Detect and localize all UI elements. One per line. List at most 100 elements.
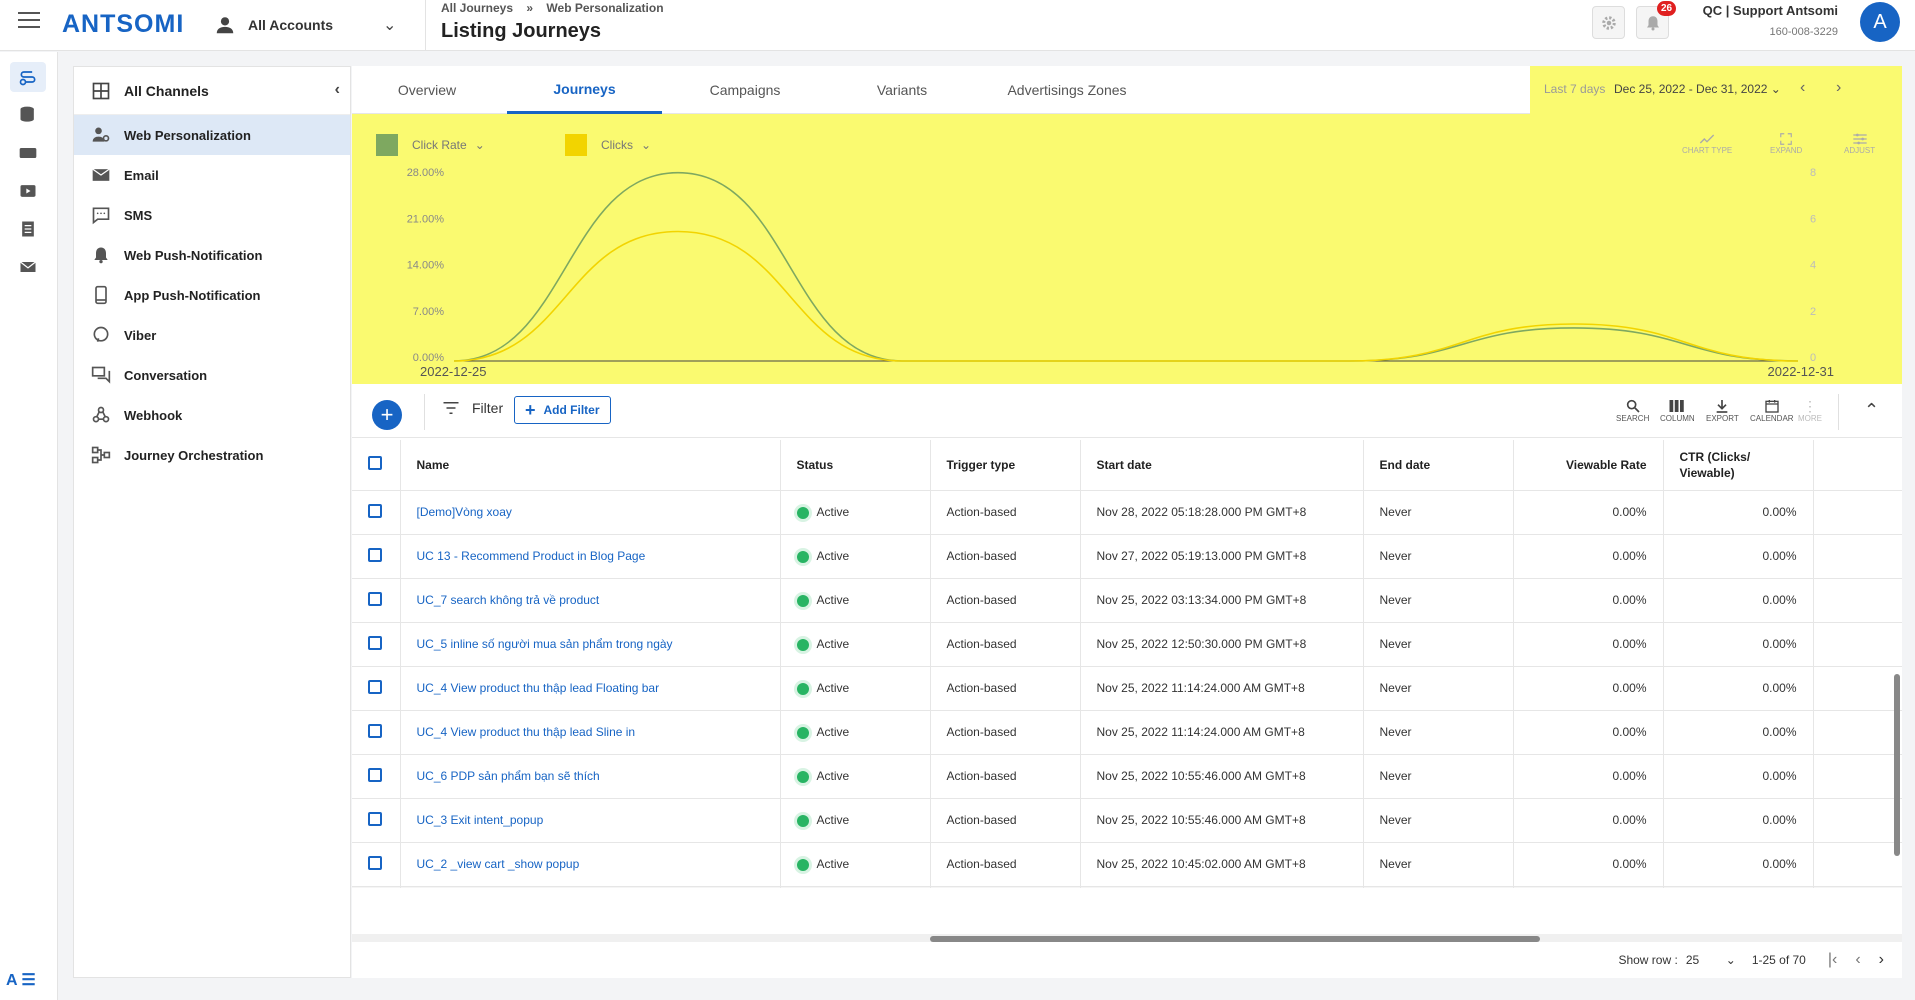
account-selector[interactable]: All Accounts ⌄ bbox=[214, 12, 396, 38]
next-page-icon[interactable]: › bbox=[1879, 951, 1884, 969]
filter-button[interactable]: Filter bbox=[442, 400, 503, 416]
channel-webhook[interactable]: Webhook bbox=[74, 395, 350, 435]
table-row[interactable]: UC_5 inline số người mua sản phẩm trong … bbox=[352, 622, 1902, 667]
status-text: Active bbox=[816, 857, 850, 871]
y-right-tick-label: 8 bbox=[1810, 167, 1816, 179]
tab-campaigns[interactable]: Campaigns bbox=[670, 66, 820, 114]
column-button[interactable]: COLUMN bbox=[1660, 398, 1695, 423]
settings-button[interactable] bbox=[1592, 6, 1625, 39]
row-end-date-cell: Never bbox=[1363, 534, 1514, 579]
rail-mail-icon[interactable] bbox=[10, 252, 46, 282]
table-row[interactable]: UC_2 _view cart _show popup Active Action-… bbox=[352, 842, 1902, 887]
rail-media-icon[interactable] bbox=[10, 176, 46, 206]
add-journey-button[interactable]: + bbox=[372, 400, 402, 430]
channel-web-push[interactable]: Web Push-Notification bbox=[74, 235, 350, 275]
tab-variants[interactable]: Variants bbox=[827, 66, 977, 114]
row-viewable-rate-cell: 0.00% bbox=[1513, 666, 1664, 711]
journey-name-link[interactable]: UC_6 PDP sản phẩm bạn sẽ thích bbox=[417, 769, 600, 783]
all-channels-header[interactable]: All Channels ‹ bbox=[74, 67, 350, 115]
col-name[interactable]: Name bbox=[400, 440, 781, 491]
status-text: Active bbox=[816, 769, 850, 783]
channel-journey-orchestration[interactable]: Journey Orchestration bbox=[74, 435, 350, 475]
row-checkbox[interactable] bbox=[368, 767, 382, 782]
journey-name-link[interactable]: UC_4 View product thu thập lead Floating… bbox=[417, 681, 660, 695]
calendar-button[interactable]: CALENDAR bbox=[1750, 398, 1794, 423]
col-viewable-rate[interactable]: Viewable Rate bbox=[1513, 440, 1664, 491]
chevron-down-icon: ⌄ bbox=[1725, 953, 1736, 967]
journey-name-link[interactable]: UC_5 inline số người mua sản phẩm trong … bbox=[417, 637, 673, 651]
breadcrumb-web-personalization[interactable]: Web Personalization bbox=[546, 1, 663, 15]
journey-name-link[interactable]: UC_4 View product thu thập lead Sline in bbox=[417, 725, 636, 739]
table-row[interactable]: UC_4 View product thu thập lead Floating… bbox=[352, 666, 1902, 711]
collapse-panel-icon[interactable]: ‹ bbox=[335, 81, 340, 99]
journey-name-link[interactable]: [Demo]Vòng xoay bbox=[417, 505, 512, 519]
row-checkbox[interactable] bbox=[368, 723, 382, 738]
user-avatar[interactable]: A bbox=[1860, 2, 1900, 42]
horizontal-scrollbar[interactable] bbox=[352, 934, 1902, 942]
tab-advertisings-zones[interactable]: Advertisings Zones bbox=[972, 66, 1162, 114]
table-row[interactable]: [Demo]Vòng xoay Active Action-based Nov 28,… bbox=[352, 490, 1902, 535]
rows-per-page-select[interactable]: 25 ⌄ bbox=[1686, 953, 1736, 967]
row-end-date-cell: Never bbox=[1363, 842, 1514, 887]
col-extra bbox=[1813, 440, 1902, 491]
status-active-icon bbox=[796, 550, 809, 563]
rail-report-icon[interactable] bbox=[10, 214, 46, 244]
add-filter-button[interactable]: + Add Filter bbox=[514, 396, 611, 424]
export-button[interactable]: EXPORT bbox=[1706, 398, 1739, 423]
channel-label: App Push-Notification bbox=[124, 287, 261, 303]
table-row[interactable]: UC_6 PDP sản phẩm bạn sẽ thích Active Acti… bbox=[352, 754, 1902, 799]
vertical-scrollbar-thumb[interactable] bbox=[1894, 674, 1900, 856]
table-row[interactable]: UC_4 View product thu thập lead Sline in… bbox=[352, 710, 1902, 755]
row-checkbox[interactable] bbox=[368, 855, 382, 870]
row-checkbox[interactable] bbox=[368, 811, 382, 826]
status-active-icon bbox=[796, 638, 809, 651]
breadcrumb-all-journeys[interactable]: All Journeys bbox=[441, 1, 513, 15]
rows-per-page-value: 25 bbox=[1685, 953, 1700, 967]
journey-name-link[interactable]: UC_2 _view cart _show popup bbox=[417, 857, 580, 871]
channel-web-personalization[interactable]: Web Personalization bbox=[74, 115, 350, 155]
channel-app-push[interactable]: App Push-Notification bbox=[74, 275, 350, 315]
table-row[interactable]: UC_3 Exit intent_popup Active Action-based… bbox=[352, 798, 1902, 843]
select-all-checkbox[interactable] bbox=[368, 456, 382, 471]
y-left-tick-label: 28.00% bbox=[407, 167, 445, 179]
journey-name-link[interactable]: UC 13 - Recommend Product in Blog Page bbox=[417, 549, 646, 563]
channel-label: Viber bbox=[124, 327, 157, 343]
first-page-icon[interactable]: |‹ bbox=[1828, 951, 1837, 969]
hamburger-menu-icon[interactable] bbox=[18, 12, 40, 30]
date-next-icon[interactable]: › bbox=[1836, 79, 1841, 97]
search-button[interactable]: SEARCH bbox=[1616, 398, 1649, 423]
col-trigger-type[interactable]: Trigger type bbox=[930, 440, 1081, 491]
journey-name-link[interactable]: UC_3 Exit intent_popup bbox=[417, 813, 544, 827]
download-icon bbox=[1717, 400, 1728, 413]
rail-data-icon[interactable] bbox=[10, 100, 46, 130]
row-checkbox[interactable] bbox=[368, 503, 382, 518]
date-prev-icon[interactable]: ‹ bbox=[1800, 79, 1805, 97]
row-checkbox[interactable] bbox=[368, 635, 382, 650]
row-name-cell: UC_3 Exit intent_popup bbox=[400, 798, 781, 843]
channel-email[interactable]: Email bbox=[74, 155, 350, 195]
row-checkbox[interactable] bbox=[368, 679, 382, 694]
col-start-date[interactable]: Start date bbox=[1080, 440, 1364, 491]
collapse-chart-icon[interactable]: ⌃ bbox=[1864, 400, 1879, 421]
tab-overview[interactable]: Overview bbox=[352, 66, 502, 114]
rail-journeys-icon[interactable] bbox=[10, 62, 46, 92]
channel-conversation[interactable]: Conversation bbox=[74, 355, 350, 395]
row-select-cell bbox=[352, 754, 401, 799]
journey-name-link[interactable]: UC_7 search không trả về product bbox=[417, 593, 600, 607]
more-button[interactable]: ⋮ MORE bbox=[1798, 398, 1822, 423]
rail-ticket-icon[interactable] bbox=[10, 138, 46, 168]
date-range-select[interactable]: Dec 25, 2022 - Dec 31, 2022 ⌄ bbox=[1614, 82, 1781, 96]
channel-viber[interactable]: Viber bbox=[74, 315, 350, 355]
channel-sms[interactable]: SMS bbox=[74, 195, 350, 235]
row-checkbox[interactable] bbox=[368, 591, 382, 606]
row-checkbox[interactable] bbox=[368, 547, 382, 562]
table-row[interactable]: UC 13 - Recommend Product in Blog Page Ac… bbox=[352, 534, 1902, 579]
tab-journeys[interactable]: Journeys bbox=[507, 66, 662, 114]
expand-rail-icon[interactable]: A ☰ bbox=[6, 970, 36, 990]
col-ctr[interactable]: CTR (Clicks/ Viewable) bbox=[1663, 440, 1814, 491]
col-end-date[interactable]: End date bbox=[1363, 440, 1514, 491]
col-status[interactable]: Status bbox=[780, 440, 931, 491]
plus-icon: + bbox=[525, 399, 536, 420]
table-row[interactable]: UC_7 search không trả về product Active Ac… bbox=[352, 578, 1902, 623]
prev-page-icon[interactable]: ‹ bbox=[1855, 951, 1860, 969]
